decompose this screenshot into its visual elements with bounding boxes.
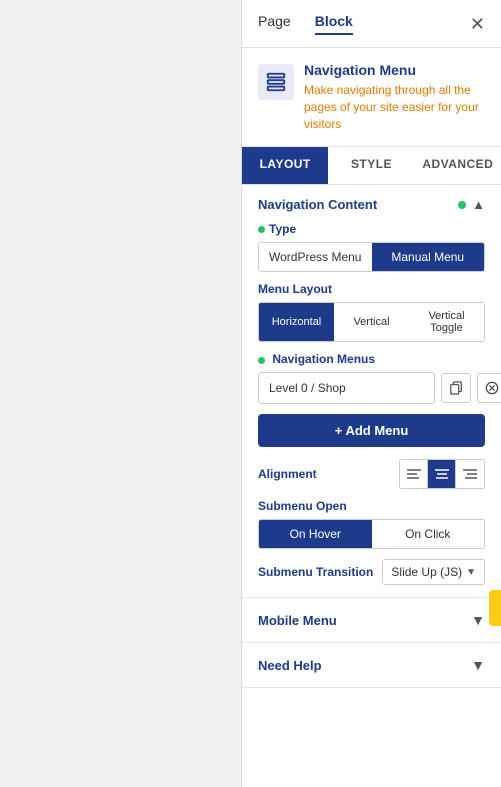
mobile-menu-chevron-icon: ▼ [471, 612, 485, 628]
on-hover-btn[interactable]: On Hover [259, 520, 372, 548]
submenu-open-label: Submenu Open [258, 499, 485, 513]
transition-value: Slide Up (JS) [391, 565, 462, 579]
need-help-section[interactable]: Need Help ▼ [242, 643, 501, 688]
wordpress-menu-btn[interactable]: WordPress Menu [259, 243, 372, 271]
add-menu-button[interactable]: + Add Menu [258, 414, 485, 447]
copy-menu-btn[interactable] [441, 373, 471, 403]
block-title: Navigation Menu [304, 62, 485, 78]
mobile-menu-title: Mobile Menu [258, 613, 337, 628]
submenu-transition-label: Submenu Transition [258, 565, 373, 579]
tab-style[interactable]: STYLE [328, 147, 414, 184]
need-help-chevron-icon: ▼ [471, 657, 485, 673]
vertical-toggle-btn[interactable]: Vertical Toggle [409, 303, 484, 341]
status-dot [458, 201, 466, 209]
submenu-open-group: On Hover On Click [258, 519, 485, 549]
mobile-menu-section[interactable]: Mobile Menu ▼ [242, 598, 501, 643]
navigation-content-header[interactable]: Navigation Content ▲ [258, 197, 485, 212]
tab-layout[interactable]: LAYOUT [242, 147, 328, 184]
tab-block[interactable]: Block [315, 13, 353, 35]
nav-menus-dot [258, 357, 265, 364]
transition-chevron-icon: ▼ [466, 567, 476, 578]
nav-menu-input[interactable] [258, 372, 435, 404]
horizontal-btn[interactable]: Horizontal [259, 303, 334, 341]
alignment-label: Alignment [258, 467, 317, 481]
alignment-buttons [399, 459, 485, 489]
hint-indicator [489, 590, 501, 626]
delete-menu-btn[interactable] [477, 373, 501, 403]
need-help-title: Need Help [258, 658, 322, 673]
nav-menus-label: Navigation Menus [258, 352, 485, 366]
block-description: Make navigating through all the pages of… [304, 82, 485, 132]
align-center-btn[interactable] [428, 460, 456, 488]
align-left-btn[interactable] [400, 460, 428, 488]
menu-layout-label: Menu Layout [258, 282, 485, 296]
align-right-btn[interactable] [456, 460, 484, 488]
navigation-menu-icon [258, 64, 294, 100]
navigation-content-title: Navigation Content [258, 197, 377, 212]
nav-menu-row [258, 372, 485, 404]
on-click-btn[interactable]: On Click [372, 520, 485, 548]
manual-menu-btn[interactable]: Manual Menu [372, 243, 485, 271]
close-button[interactable]: ✕ [470, 15, 485, 33]
collapse-icon: ▲ [472, 197, 485, 212]
tab-page[interactable]: Page [258, 13, 291, 35]
vertical-btn[interactable]: Vertical [334, 303, 409, 341]
submenu-transition-select[interactable]: Slide Up (JS) ▼ [382, 559, 485, 585]
nav-menus-label-text: Navigation Menus [272, 352, 375, 366]
tab-advanced[interactable]: ADVANCED [415, 147, 501, 184]
menu-layout-group: Horizontal Vertical Vertical Toggle [258, 302, 485, 342]
type-dot [258, 226, 265, 233]
type-button-group: WordPress Menu Manual Menu [258, 242, 485, 272]
type-label: Type [269, 222, 296, 236]
